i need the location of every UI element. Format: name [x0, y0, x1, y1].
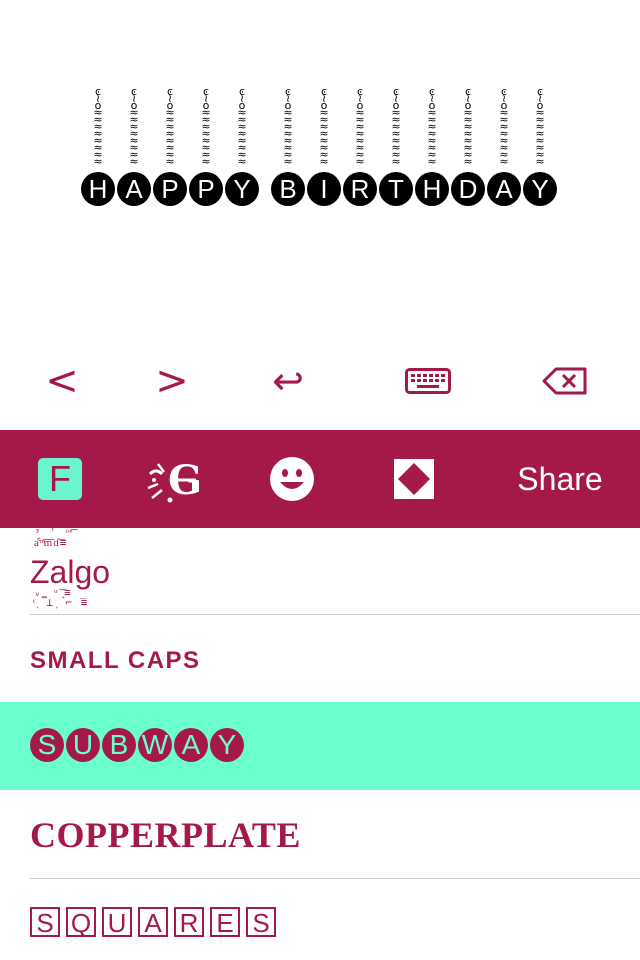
- keyboard-button[interactable]: [388, 350, 468, 412]
- candle-flame-icon: ͼ ≀ o ≈ ≈ ≈ ≈ ≈ ≈ ≈ ≈: [427, 85, 437, 168]
- candle-flame-icon: ͼ ≀ o ≈ ≈ ≈ ≈ ≈ ≈ ≈ ≈: [355, 85, 365, 168]
- subway-letter: Y: [210, 728, 244, 762]
- candle-letter-bubble: P: [153, 172, 187, 206]
- candle-letter-bubble: A: [487, 172, 521, 206]
- tab-graffiti[interactable]: G: [132, 430, 216, 528]
- candle-letter: ͼ ≀ o ≈ ≈ ≈ ≈ ≈ ≈ ≈ ≈ D: [450, 84, 486, 206]
- candle-flame-icon: ͼ ≀ o ≈ ≈ ≈ ≈ ≈ ≈ ≈ ≈: [535, 85, 545, 168]
- squares-letter: E: [210, 907, 240, 937]
- candle-flame-icon: ͼ ≀ o ≈ ≈ ≈ ≈ ≈ ≈ ≈ ≈: [237, 85, 247, 168]
- candle-letter: ͼ ≀ o ≈ ≈ ≈ ≈ ≈ ≈ ≈ ≈ H: [80, 84, 116, 206]
- preview-area: ͼ ≀ o ≈ ≈ ≈ ≈ ≈ ≈ ≈ ≈ Hͼ ≀ o ≈ ≈ ≈ ≈ ≈ ≈ …: [0, 0, 640, 340]
- candle-letter: ͼ ≀ o ≈ ≈ ≈ ≈ ≈ ≈ ≈ ≈ H: [414, 84, 450, 206]
- squares-sample: SQUARES: [30, 907, 282, 937]
- tab-symbols[interactable]: [374, 430, 454, 528]
- candle-letter: ͼ ≀ o ≈ ≈ ≈ ≈ ≈ ≈ ≈ ≈ Y: [224, 84, 260, 206]
- candle-letter-bubble: T: [379, 172, 413, 206]
- style-item-small-caps[interactable]: SMALL CAPS: [0, 615, 640, 701]
- candle-letter: ͼ ≀ o ≈ ≈ ≈ ≈ ≈ ≈ ≈ ≈ P: [188, 84, 224, 206]
- subway-letter: U: [66, 728, 100, 762]
- squares-letter: S: [246, 907, 276, 937]
- tab-emoji[interactable]: [252, 430, 332, 528]
- candle-letter-bubble: Y: [225, 172, 259, 206]
- style-label: SMALL CAPS: [30, 647, 201, 674]
- emoji-icon: [270, 457, 314, 501]
- cursor-left-button[interactable]: <: [22, 350, 102, 412]
- squares-letter: Q: [66, 907, 96, 937]
- chevron-left-icon: <: [45, 358, 79, 404]
- share-label: Share: [517, 460, 603, 497]
- candle-letter-bubble: B: [271, 172, 305, 206]
- candle-letter-bubble: A: [117, 172, 151, 206]
- squares-letter: R: [174, 907, 204, 937]
- squares-letter: U: [102, 907, 132, 937]
- zalgo-diacritics-bottom: ᵥ ͇ ͧ ͝ ͙≡ ͭ ͔ ⊥ ͕ ⌐ ̅≡: [34, 586, 89, 609]
- candle-letter-bubble: I: [307, 172, 341, 206]
- style-tab-bar: F G Share: [0, 430, 640, 528]
- subway-letter: A: [174, 728, 208, 762]
- fonts-icon-letter: F: [49, 458, 71, 499]
- candle-flame-icon: ͼ ≀ o ≈ ≈ ≈ ≈ ≈ ≈ ≈ ≈: [201, 85, 211, 168]
- candle-letter: ͼ ≀ o ≈ ≈ ≈ ≈ ≈ ≈ ≈ ≈ A: [486, 84, 522, 206]
- squares-letter: S: [30, 907, 60, 937]
- candle-letter-bubble: R: [343, 172, 377, 206]
- delete-button[interactable]: [525, 350, 605, 412]
- style-item-copperplate[interactable]: COPPERPLATE: [0, 790, 640, 878]
- candle-letter: ͼ ≀ o ≈ ≈ ≈ ≈ ≈ ≈ ≈ ≈ R: [342, 84, 378, 206]
- candle-flame-icon: ͼ ≀ o ≈ ≈ ≈ ≈ ≈ ≈ ≈ ≈: [165, 85, 175, 168]
- style-item-squares[interactable]: SQUARES: [0, 879, 640, 960]
- candle-letter-bubble: Y: [523, 172, 557, 206]
- style-item-zalgo[interactable]: ᵌ ʿ ͦ ͤ͡ а͌ ͫ͡m͠ɗ͞≡ Zalgo ᵥ ͇ ͧ ͝ ͙≡ ͭ ͔…: [0, 528, 640, 614]
- graffiti-icon: G: [147, 457, 202, 504]
- style-label: COPPERPLATE: [30, 815, 301, 855]
- candle-letter: ͼ ≀ o ≈ ≈ ≈ ≈ ≈ ≈ ≈ ≈ Y: [522, 84, 558, 206]
- candle-flame-icon: ͼ ≀ o ≈ ≈ ≈ ≈ ≈ ≈ ≈ ≈: [499, 85, 509, 168]
- edit-toolbar: < > ↩: [0, 350, 640, 412]
- subway-sample: SUBWAY: [30, 728, 246, 762]
- preview-word-happy: ͼ ≀ o ≈ ≈ ≈ ≈ ≈ ≈ ≈ ≈ Hͼ ≀ o ≈ ≈ ≈ ≈ ≈ ≈ …: [80, 84, 260, 206]
- candle-letter-bubble: D: [451, 172, 485, 206]
- subway-letter: B: [102, 728, 136, 762]
- chevron-right-icon: >: [155, 358, 189, 404]
- candle-flame-icon: ͼ ≀ o ≈ ≈ ≈ ≈ ≈ ≈ ≈ ≈: [463, 85, 473, 168]
- style-item-subway[interactable]: SUBWAY: [0, 702, 640, 790]
- candle-flame-icon: ͼ ≀ o ≈ ≈ ≈ ≈ ≈ ≈ ≈ ≈: [319, 85, 329, 168]
- cursor-right-button[interactable]: >: [132, 350, 212, 412]
- candle-letter-bubble: P: [189, 172, 223, 206]
- return-icon: ↩: [272, 359, 304, 403]
- subway-letter: W: [138, 728, 172, 762]
- squares-letter: A: [138, 907, 168, 937]
- candle-letter-bubble: H: [81, 172, 115, 206]
- candle-letter: ͼ ≀ o ≈ ≈ ≈ ≈ ≈ ≈ ≈ ≈ P: [152, 84, 188, 206]
- candle-flame-icon: ͼ ≀ o ≈ ≈ ≈ ≈ ≈ ≈ ≈ ≈: [129, 85, 139, 168]
- font-style-list: ᵌ ʿ ͦ ͤ͡ а͌ ͫ͡m͠ɗ͞≡ Zalgo ᵥ ͇ ͧ ͝ ͙≡ ͭ ͔…: [0, 528, 640, 960]
- return-button[interactable]: ↩: [248, 350, 328, 412]
- candle-letter: ͼ ≀ o ≈ ≈ ≈ ≈ ≈ ≈ ≈ ≈ T: [378, 84, 414, 206]
- zalgo-diacritics-top: ᵌ ʿ ͦ ͤ͡ а͌ ͫ͡m͠ɗ͞≡: [34, 528, 72, 549]
- subway-letter: S: [30, 728, 64, 762]
- diamond-icon: [394, 459, 434, 499]
- candle-flame-icon: ͼ ≀ o ≈ ≈ ≈ ≈ ≈ ≈ ≈ ≈: [283, 85, 293, 168]
- candle-letter-bubble: H: [415, 172, 449, 206]
- preview-word-birthday: ͼ ≀ o ≈ ≈ ≈ ≈ ≈ ≈ ≈ ≈ Bͼ ≀ o ≈ ≈ ≈ ≈ ≈ ≈ …: [270, 84, 558, 206]
- tab-fonts[interactable]: F: [20, 430, 100, 528]
- candle-flame-icon: ͼ ≀ o ≈ ≈ ≈ ≈ ≈ ≈ ≈ ≈: [391, 85, 401, 168]
- candle-letter: ͼ ≀ o ≈ ≈ ≈ ≈ ≈ ≈ ≈ ≈ A: [116, 84, 152, 206]
- share-button[interactable]: Share: [500, 430, 620, 528]
- backspace-icon: [542, 367, 587, 395]
- candle-letter: ͼ ≀ o ≈ ≈ ≈ ≈ ≈ ≈ ≈ ≈ I: [306, 84, 342, 206]
- candle-letter: ͼ ≀ o ≈ ≈ ≈ ≈ ≈ ≈ ≈ ≈ B: [270, 84, 306, 206]
- keyboard-icon: [405, 368, 451, 394]
- fonts-icon: F: [38, 458, 82, 500]
- candle-flame-icon: ͼ ≀ o ≈ ≈ ≈ ≈ ≈ ≈ ≈ ≈: [93, 85, 103, 168]
